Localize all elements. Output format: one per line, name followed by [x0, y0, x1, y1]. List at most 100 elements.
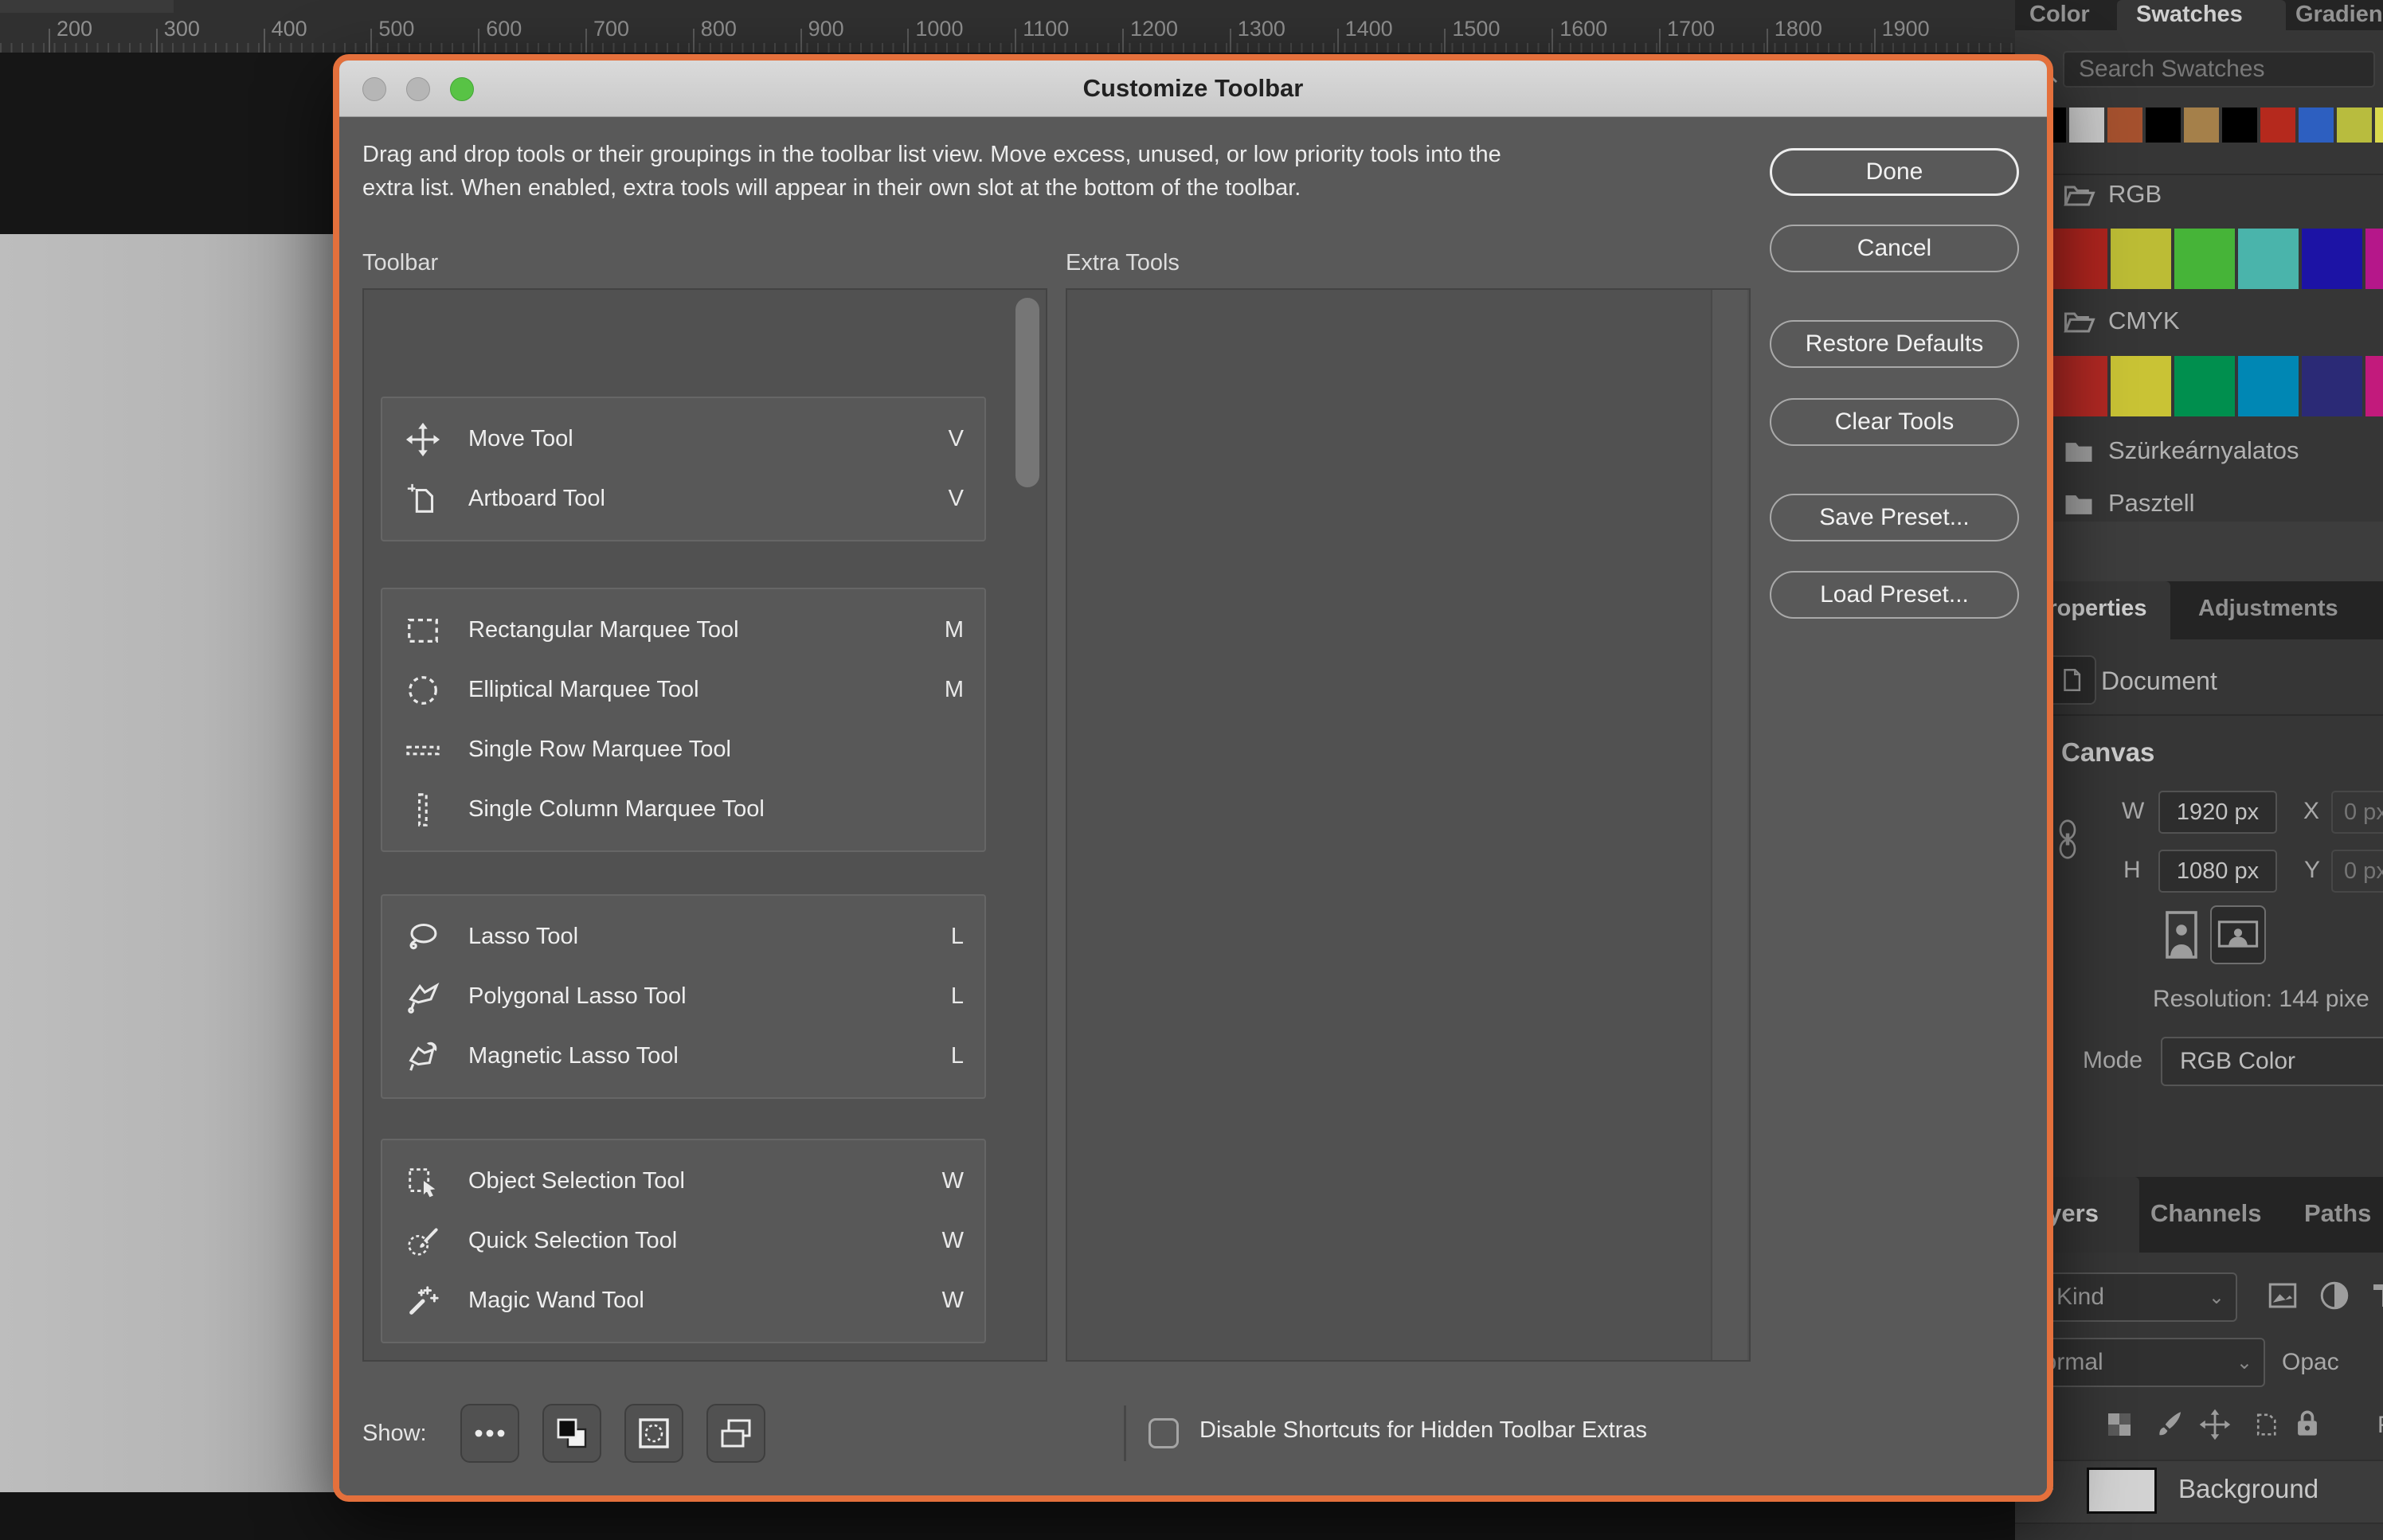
tool-row-artboard-tool[interactable]: Artboard ToolV: [382, 469, 984, 529]
ruler-label: 200: [57, 17, 92, 41]
tool-group[interactable]: Object Selection ToolWQuick Selection To…: [381, 1139, 986, 1343]
swatch[interactable]: [2222, 107, 2257, 143]
swatch[interactable]: [2174, 356, 2235, 416]
swatch-group-name[interactable]: CMYK: [2108, 307, 2180, 335]
scrollbar-thumb[interactable]: [1015, 298, 1039, 487]
ellipsis-icon: [471, 1414, 509, 1452]
swatch[interactable]: [2365, 229, 2383, 289]
swatch[interactable]: [2111, 229, 2171, 289]
show-toggle-quick-mask-icon[interactable]: [624, 1404, 683, 1463]
swatch[interactable]: [2238, 229, 2299, 289]
document-tab-strip[interactable]: [0, 0, 174, 13]
tool-row-single-column-marquee-tool[interactable]: Single Column Marquee Tool: [382, 780, 984, 839]
link-dimensions-icon[interactable]: [2053, 816, 2082, 862]
swatch[interactable]: [2337, 107, 2372, 143]
swatch[interactable]: [2047, 229, 2107, 289]
chevron-down-icon: ⌄: [2209, 1286, 2225, 1309]
swatch[interactable]: [2260, 107, 2295, 143]
rect-marquee-icon: [405, 612, 441, 649]
save-preset-button[interactable]: Save Preset...: [1770, 494, 2019, 541]
filter-image-icon[interactable]: [2266, 1279, 2299, 1312]
lock-paint-brush-icon[interactable]: [2153, 1408, 2186, 1441]
lock-artboard-icon[interactable]: [2248, 1408, 2282, 1441]
disable-shortcuts-checkbox[interactable]: [1148, 1418, 1179, 1448]
done-button[interactable]: Done: [1770, 148, 2019, 196]
swatch[interactable]: [2146, 107, 2181, 143]
ruler-label: 1600: [1559, 17, 1607, 41]
orientation-portrait-icon[interactable]: [2162, 909, 2201, 960]
photoshop-screen: 2003004005006007008009001000110012001300…: [0, 0, 2383, 1540]
clear-tools-button[interactable]: Clear Tools: [1770, 398, 2019, 446]
swatch[interactable]: [2238, 356, 2299, 416]
swatch[interactable]: [2302, 229, 2362, 289]
filter-adjustment-icon[interactable]: [2318, 1279, 2351, 1312]
swatch-group-name[interactable]: Pasztell: [2108, 489, 2195, 518]
document-icon-button[interactable]: [2047, 655, 2096, 705]
customize-toolbar-dialog: Customize Toolbar Drag and drop tools or…: [333, 54, 2053, 1502]
lock-move-icon[interactable]: [2198, 1408, 2232, 1441]
tool-group[interactable]: Rectangular Marquee ToolMElliptical Marq…: [381, 588, 986, 852]
tab-adjustments[interactable]: Adjustments: [2198, 596, 2338, 622]
swatch[interactable]: [2375, 107, 2383, 143]
show-toggle-screen-mode-icon[interactable]: [706, 1404, 765, 1463]
extra-tools-list[interactable]: [1066, 288, 1751, 1362]
toolbar-list[interactable]: Move ToolVArtboard ToolV Rectangular Marq…: [362, 288, 1047, 1362]
tool-row-single-row-marquee-tool[interactable]: Single Row Marquee Tool: [382, 720, 984, 780]
layer-row-background[interactable]: Background: [2015, 1460, 2383, 1524]
load-preset-button[interactable]: Load Preset...: [1770, 571, 2019, 619]
swatch[interactable]: [2047, 356, 2107, 416]
tool-row-magnetic-lasso-tool[interactable]: Magnetic Lasso ToolL: [382, 1026, 984, 1086]
tool-row-rectangular-marquee-tool[interactable]: Rectangular Marquee ToolM: [382, 600, 984, 660]
show-toggle-fg-bg-colors-icon[interactable]: [542, 1404, 601, 1463]
swatch[interactable]: [2302, 356, 2362, 416]
properties-panel: Properties Adjustments Document Canvas W…: [2015, 581, 2383, 1177]
folder-closed-icon[interactable]: [2061, 435, 2096, 470]
swatch[interactable]: [2111, 356, 2171, 416]
fill-label: F: [2377, 1412, 2383, 1439]
folder-open-icon[interactable]: [2061, 178, 2096, 213]
ruler-label: 1000: [915, 17, 963, 41]
canvas-width-field[interactable]: 1920 px: [2158, 791, 2277, 834]
tool-row-elliptical-marquee-tool[interactable]: Elliptical Marquee ToolM: [382, 660, 984, 720]
folder-open-icon[interactable]: [2061, 305, 2096, 340]
tab-paths[interactable]: Paths: [2304, 1199, 2371, 1228]
tool-row-object-selection-tool[interactable]: Object Selection ToolW: [382, 1151, 984, 1211]
kind-label: Kind: [2056, 1284, 2104, 1311]
tab-color[interactable]: Color: [2029, 2, 2090, 28]
swatch[interactable]: [2299, 107, 2334, 143]
orientation-landscape-button[interactable]: [2210, 905, 2266, 964]
filter-type-icon[interactable]: [2368, 1279, 2383, 1312]
search-swatches-input[interactable]: Search Swatches: [2063, 51, 2375, 88]
swatch[interactable]: [2174, 229, 2235, 289]
swatch[interactable]: [2107, 107, 2142, 143]
swatch-group-name[interactable]: Szürkeárnyalatos: [2108, 436, 2299, 465]
tab-gradients[interactable]: Gradien: [2295, 2, 2383, 28]
tool-row-quick-selection-tool[interactable]: Quick Selection ToolW: [382, 1211, 984, 1271]
show-toggle-ellipsis-icon[interactable]: [460, 1404, 519, 1463]
swatch-group-name[interactable]: RGB: [2108, 180, 2162, 209]
ruler-major-tick: [1444, 29, 1446, 53]
swatch[interactable]: [2069, 107, 2104, 143]
cancel-button[interactable]: Cancel: [1770, 225, 2019, 272]
mode-dropdown[interactable]: RGB Color: [2161, 1037, 2383, 1086]
canvas-height-field[interactable]: 1080 px: [2158, 850, 2277, 893]
restore-defaults-button[interactable]: Restore Defaults: [1770, 320, 2019, 368]
tool-row-magic-wand-tool[interactable]: Magic Wand ToolW: [382, 1271, 984, 1331]
single-col-marquee-icon: [405, 791, 441, 828]
swatch[interactable]: [2365, 356, 2383, 416]
tool-row-polygonal-lasso-tool[interactable]: Polygonal Lasso ToolL: [382, 967, 984, 1026]
lock-all-icon[interactable]: [2290, 1406, 2325, 1441]
tool-row-move-tool[interactable]: Move ToolV: [382, 409, 984, 469]
dialog-titlebar[interactable]: Customize Toolbar: [339, 61, 2047, 117]
tab-channels[interactable]: Channels: [2150, 1199, 2262, 1228]
instructions-line-2: extra list. When enabled, extra tools wi…: [362, 175, 1301, 201]
lock-transparency-icon[interactable]: [2103, 1408, 2136, 1441]
tool-group[interactable]: Lasso ToolLPolygonal Lasso ToolLMagnetic…: [381, 894, 986, 1099]
swatch[interactable]: [2184, 107, 2219, 143]
layer-thumbnail[interactable]: [2087, 1468, 2157, 1514]
tool-row-lasso-tool[interactable]: Lasso ToolL: [382, 907, 984, 967]
tool-group[interactable]: Move ToolVArtboard ToolV: [381, 397, 986, 541]
tab-swatches[interactable]: Swatches: [2136, 2, 2243, 28]
folder-closed-icon[interactable]: [2061, 487, 2096, 522]
extra-tools-label: Extra Tools: [1066, 250, 1180, 276]
